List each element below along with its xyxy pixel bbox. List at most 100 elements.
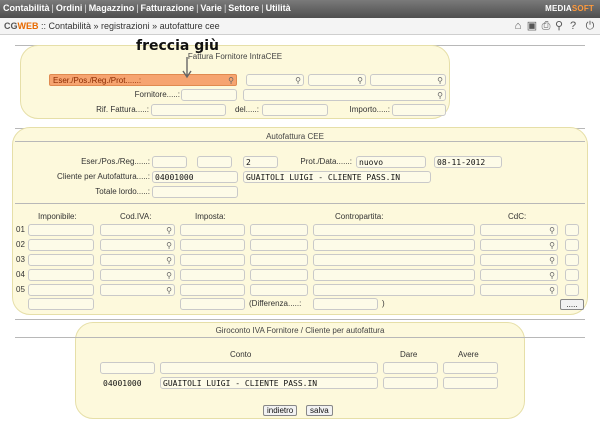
fornitore-pos-field[interactable]: ⚲ [246, 74, 304, 86]
flag-field[interactable] [565, 254, 579, 266]
lookup-icon: ⚲ [357, 76, 363, 85]
cod-iva-field[interactable]: ⚲ [100, 254, 175, 266]
more-button[interactable]: ..... [560, 299, 584, 310]
cod-iva-field[interactable]: ⚲ [100, 284, 175, 296]
cdc-field[interactable]: ⚲ [480, 224, 558, 236]
giroconto-dare-field-2[interactable] [383, 377, 438, 389]
flag-field[interactable] [565, 239, 579, 251]
lookup-icon[interactable]: ⚲ [166, 225, 172, 235]
giroconto-name-field-2[interactable]: GUAITOLI LUIGI - CLIENTE PASS.IN [160, 377, 378, 389]
contropartita-field[interactable] [313, 269, 475, 281]
cliente-code-field[interactable]: 04001000 [152, 171, 238, 183]
giroconto-code-field-1[interactable] [100, 362, 155, 374]
autofattura-reg-field[interactable]: 2 [243, 156, 278, 168]
autofattura-eser-label: Eser./Pos./Reg......: [81, 157, 150, 166]
bookmark-icon[interactable]: ▣ [526, 20, 538, 32]
help-icon[interactable]: ? [567, 20, 579, 32]
imponibile-total-field[interactable] [28, 298, 94, 310]
menu-item-ordini[interactable]: Ordini [56, 3, 83, 13]
menu-item-varie[interactable]: Varie [200, 3, 222, 13]
menu-item-settore[interactable]: Settore [228, 3, 259, 13]
lookup-icon[interactable]: ⚲ [549, 270, 555, 280]
cdc-field[interactable]: ⚲ [480, 254, 558, 266]
imponibile-field[interactable] [28, 254, 94, 266]
imponibile-field[interactable] [28, 284, 94, 296]
data-fattura-field[interactable] [262, 104, 328, 116]
flag-field[interactable] [565, 269, 579, 281]
lookup-icon[interactable]: ⚲ [166, 285, 172, 295]
flag-field[interactable] [565, 224, 579, 236]
arrow-down-icon [182, 57, 192, 79]
save-button[interactable]: salva [306, 405, 333, 416]
imposta-field[interactable] [180, 239, 245, 251]
contropartita-header: Contropartita: [335, 212, 384, 221]
imposta-field[interactable] [180, 269, 245, 281]
power-icon[interactable]: ⏻ [584, 20, 596, 32]
contropartita-field[interactable] [313, 224, 475, 236]
imposta-field[interactable] [180, 284, 245, 296]
section3-title-divider [15, 337, 585, 338]
lookup-icon[interactable]: ⚲ [549, 225, 555, 235]
home-icon[interactable]: ⌂ [512, 20, 524, 32]
data-field[interactable]: 08-11-2012 [434, 156, 502, 168]
contropartita-field[interactable] [313, 254, 475, 266]
menu-item-magazzino[interactable]: Magazzino [89, 3, 135, 13]
giroconto-code-field-2[interactable]: 04001000 [100, 377, 155, 389]
giroconto-avere-field-1[interactable] [443, 362, 498, 374]
differenza-field[interactable] [313, 298, 378, 310]
aux-field[interactable] [250, 224, 308, 236]
flag-field[interactable] [565, 284, 579, 296]
cod-iva-field[interactable]: ⚲ [100, 269, 175, 281]
fornitore-reg-field[interactable]: ⚲ [308, 74, 366, 86]
cod-iva-field[interactable]: ⚲ [100, 239, 175, 251]
importo-label: Importo.....: [349, 105, 390, 114]
totale-lordo-field[interactable] [152, 186, 238, 198]
cod-iva-field[interactable]: ⚲ [100, 224, 175, 236]
cliente-autofattura-label: Cliente per Autofattura.....: [57, 172, 150, 181]
dare-header: Dare [400, 350, 418, 359]
imponibile-field[interactable] [28, 269, 94, 281]
fornitore-code-field[interactable] [181, 89, 237, 101]
menu-item-contabilita[interactable]: Contabilità [3, 3, 50, 13]
menu-item-utilita[interactable]: Utilità [266, 3, 291, 13]
prot-field[interactable]: nuovo [356, 156, 426, 168]
aux-field[interactable] [250, 254, 308, 266]
giroconto-avere-field-2[interactable] [443, 377, 498, 389]
contropartita-field[interactable] [313, 239, 475, 251]
search-icon[interactable]: ⚲ [553, 20, 565, 32]
giroconto-dare-field-1[interactable] [383, 362, 438, 374]
lookup-icon: ⚲ [295, 76, 301, 85]
aux-field[interactable] [250, 284, 308, 296]
fornitore-name-field[interactable]: ⚲ [243, 89, 446, 101]
aux-field[interactable] [250, 239, 308, 251]
contropartita-field[interactable] [313, 284, 475, 296]
imposta-field[interactable] [180, 254, 245, 266]
aux-field[interactable] [250, 269, 308, 281]
rif-fattura-field[interactable] [151, 104, 226, 116]
imposta-total-field[interactable] [180, 298, 245, 310]
lookup-icon[interactable]: ⚲ [166, 255, 172, 265]
cdc-field[interactable]: ⚲ [480, 269, 558, 281]
autofattura-pos-field[interactable] [197, 156, 232, 168]
giroconto-name-field-1[interactable] [160, 362, 378, 374]
print-icon[interactable]: ⎙ [540, 20, 552, 32]
back-button[interactable]: indietro [263, 405, 298, 416]
lookup-icon[interactable]: ⚲ [549, 255, 555, 265]
lookup-icon[interactable]: ⚲ [166, 240, 172, 250]
fornitore-prot-field[interactable]: ⚲ [370, 74, 446, 86]
row-number: 02 [16, 240, 25, 249]
lookup-icon[interactable]: ⚲ [549, 285, 555, 295]
differenza-paren: ) [382, 299, 385, 308]
autofattura-eser-field[interactable] [152, 156, 187, 168]
lookup-icon[interactable]: ⚲ [549, 240, 555, 250]
cdc-field[interactable]: ⚲ [480, 239, 558, 251]
cliente-name-field[interactable]: GUAITOLI LUIGI - CLIENTE PASS.IN [243, 171, 431, 183]
imposta-field[interactable] [180, 224, 245, 236]
importo-field[interactable] [392, 104, 446, 116]
cdc-field[interactable]: ⚲ [480, 284, 558, 296]
lookup-icon[interactable]: ⚲ [166, 270, 172, 280]
lookup-icon: ⚲ [228, 76, 234, 85]
imponibile-field[interactable] [28, 239, 94, 251]
menu-item-fatturazione[interactable]: Fatturazione [141, 3, 195, 13]
imponibile-field[interactable] [28, 224, 94, 236]
